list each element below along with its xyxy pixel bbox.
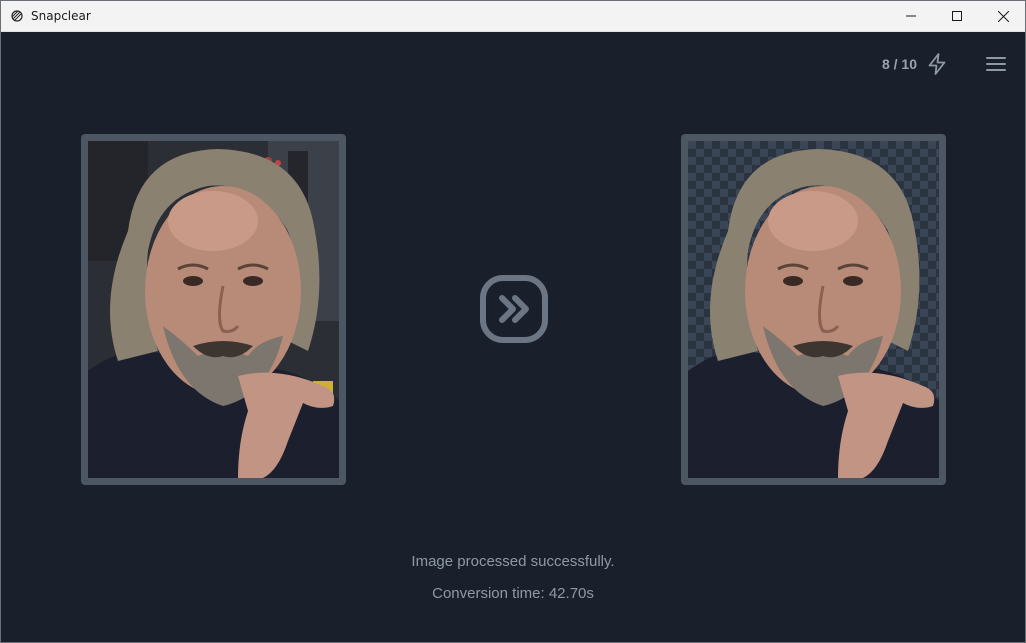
portrait-cutout-illustration bbox=[688, 149, 939, 478]
minimize-button[interactable] bbox=[888, 1, 934, 31]
app-window: Snapclear 8 / 10 Image processed success… bbox=[0, 0, 1026, 643]
lightning-bolt-icon[interactable] bbox=[926, 52, 948, 76]
original-image-frame[interactable] bbox=[81, 134, 346, 485]
status-message: Image processed successfully. bbox=[411, 553, 615, 570]
window-title: Snapclear bbox=[31, 9, 91, 23]
result-image-frame[interactable] bbox=[681, 134, 946, 485]
result-image[interactable] bbox=[688, 141, 939, 478]
double-chevron-right-icon[interactable] bbox=[479, 274, 549, 344]
close-icon bbox=[997, 10, 1009, 22]
main-content: 8 / 10 Image processed successfully. Con… bbox=[1, 32, 1025, 642]
portrait-illustration bbox=[88, 141, 339, 478]
close-button[interactable] bbox=[980, 1, 1026, 31]
maximize-button[interactable] bbox=[934, 1, 980, 31]
hamburger-menu-icon[interactable] bbox=[985, 54, 1007, 74]
original-image[interactable] bbox=[88, 141, 339, 478]
credits-counter: 8 / 10 bbox=[881, 56, 917, 72]
minimize-icon bbox=[906, 15, 916, 17]
maximize-icon bbox=[952, 11, 962, 21]
conversion-time: Conversion time: 42.70s bbox=[432, 585, 594, 602]
title-bar[interactable]: Snapclear bbox=[1, 1, 1025, 32]
snapclear-logo-icon bbox=[11, 10, 23, 22]
